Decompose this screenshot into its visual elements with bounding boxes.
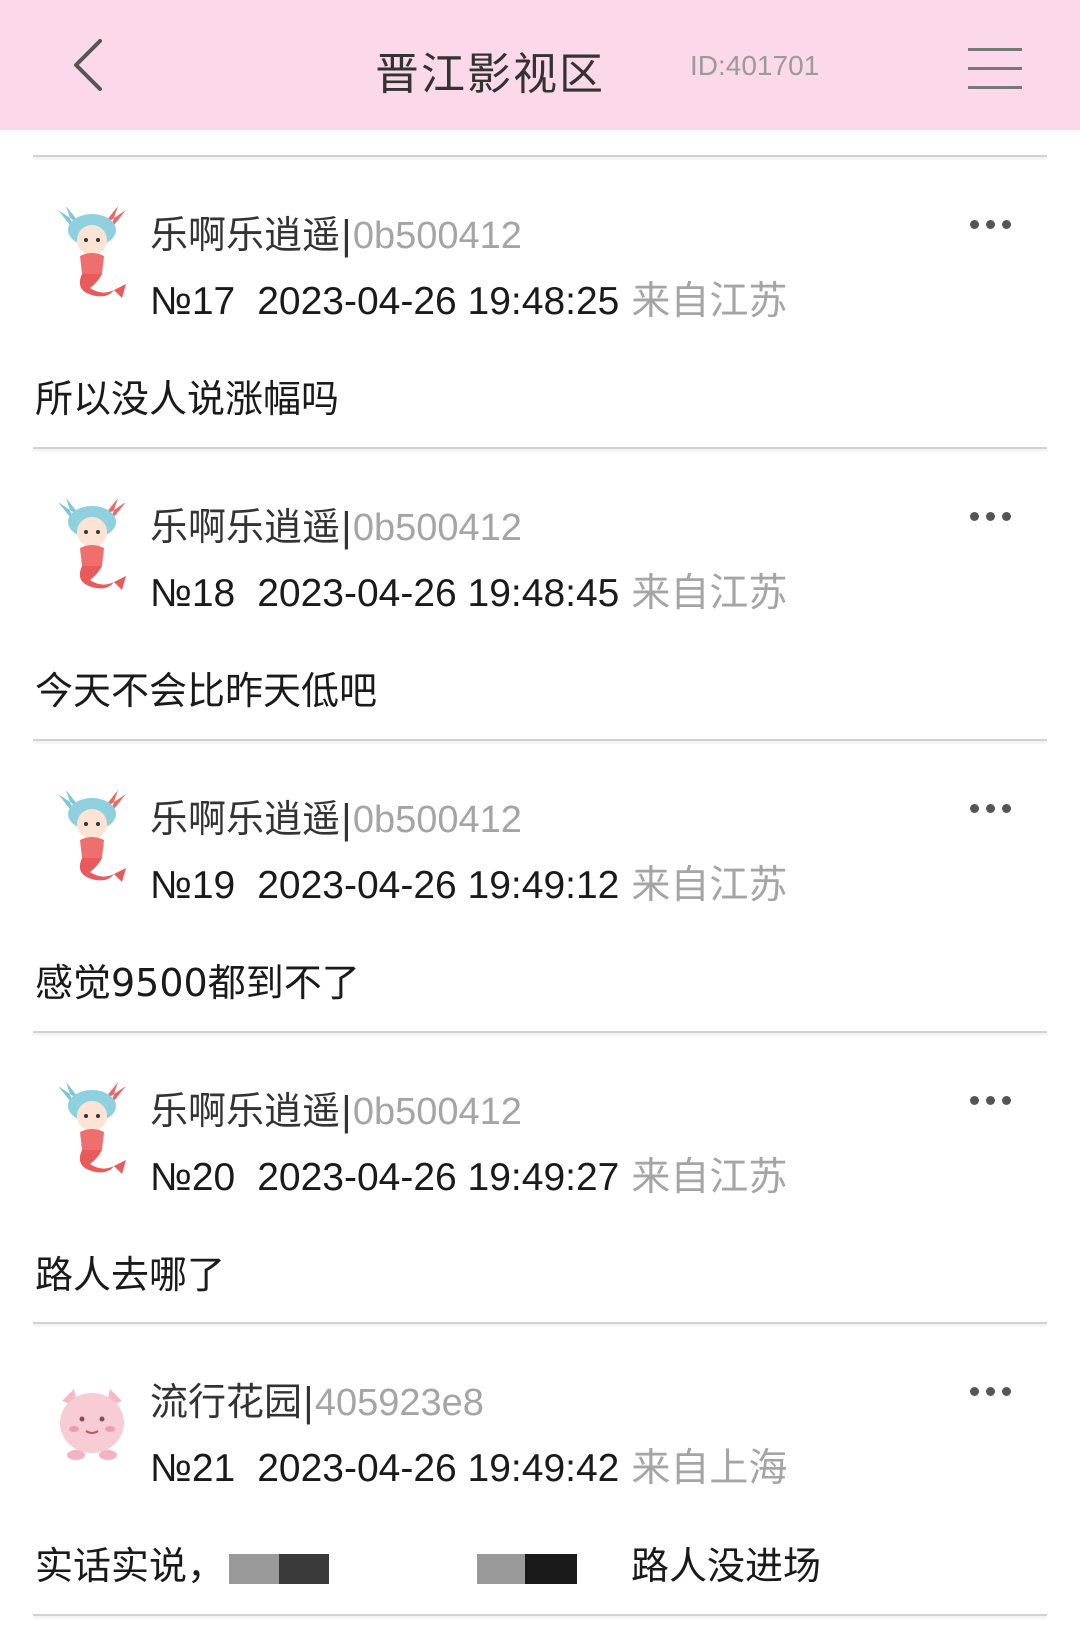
user-separator: |: [340, 213, 353, 257]
username: 流行花园: [150, 1380, 303, 1424]
user-id: 405923e8: [314, 1382, 484, 1424]
post-author[interactable]: 乐啊乐逍遥|0b500412: [150, 204, 522, 259]
post-meta: №19 2023-04-26 19:49:12 来自江苏: [150, 854, 787, 910]
divider: [33, 1614, 1047, 1616]
post-content: 实话实说， 路人没进场: [35, 1535, 821, 1590]
more-dots-icon: [970, 803, 979, 813]
post-time: 2023-04-26 19:48:45: [257, 572, 620, 615]
user-id: 0b500412: [352, 799, 522, 841]
post-author[interactable]: 乐啊乐逍遥|0b500412: [150, 496, 522, 551]
user-separator: |: [340, 797, 353, 841]
post-location: 来自上海: [631, 1446, 788, 1491]
post-item: 乐啊乐逍遥|0b500412 №19 2023-04-26 19:49:12 来自江…: [0, 742, 1080, 1032]
redacted-text: [229, 1553, 330, 1584]
post-author[interactable]: 乐啊乐逍遥|0b500412: [150, 788, 522, 843]
more-options-button[interactable]: [970, 798, 1018, 818]
post-content-start: 实话实说，: [35, 1544, 226, 1588]
floor-number: №20: [150, 1156, 236, 1199]
user-id: 0b500412: [352, 507, 522, 549]
user-id: 0b500412: [352, 215, 522, 257]
post-item: 流行花园|405923e8 №21 2023-04-26 19:49:42 来自上海…: [0, 1325, 1080, 1615]
post-meta: №21 2023-04-26 19:49:42 来自上海: [150, 1437, 787, 1493]
user-separator: |: [340, 505, 353, 549]
post-content: 感觉9500都到不了: [35, 961, 360, 1005]
more-dots-icon: [970, 1095, 979, 1105]
top-bar: 晋江影视区 ID:401701: [0, 0, 1080, 130]
post-time: 2023-04-26 19:48:25: [257, 280, 620, 323]
mermaid-avatar[interactable]: [44, 492, 140, 602]
post-location: 来自江苏: [631, 571, 788, 616]
username: 乐啊乐逍遥: [150, 505, 341, 549]
post-content-end: 路人没进场: [631, 1544, 822, 1588]
board-id: ID:401701: [690, 50, 820, 81]
divider: [33, 739, 1047, 741]
username: 乐啊乐逍遥: [150, 797, 341, 841]
more-options-button[interactable]: [970, 1381, 1018, 1401]
divider: [33, 1031, 1047, 1033]
more-dots-icon: [970, 511, 979, 521]
post-author[interactable]: 乐啊乐逍遥|0b500412: [150, 1080, 522, 1135]
post-item: 乐啊乐逍遥|0b500412 №20 2023-04-26 19:49:27 来自江…: [0, 1034, 1080, 1324]
mermaid-avatar[interactable]: [44, 784, 140, 894]
post-time: 2023-04-26 19:49:27: [257, 1156, 620, 1199]
divider: [33, 155, 1047, 157]
post-location: 来自江苏: [631, 1155, 788, 1200]
floor-number: №18: [150, 572, 236, 615]
post-item: 乐啊乐逍遥|0b500412 №17 2023-04-26 19:48:25 来自江…: [0, 158, 1080, 448]
more-options-button[interactable]: [970, 506, 1018, 526]
more-options-button[interactable]: [970, 1090, 1018, 1110]
post-content: 今天不会比昨天低吧: [35, 669, 378, 713]
menu-button[interactable]: [968, 42, 1028, 94]
more-dots-icon: [970, 1386, 979, 1396]
post-location: 来自江苏: [631, 279, 788, 324]
post-content: 所以没人说涨幅吗: [35, 377, 340, 421]
mermaid-avatar[interactable]: [44, 1076, 140, 1186]
post-author[interactable]: 流行花园|405923e8: [150, 1371, 484, 1426]
redacted-text: [477, 1553, 578, 1584]
user-separator: |: [302, 1380, 315, 1424]
post-content: 路人去哪了: [35, 1253, 226, 1297]
divider: [33, 1322, 1047, 1324]
post-meta: №18 2023-04-26 19:48:45 来自江苏: [150, 562, 787, 618]
floor-number: №21: [150, 1447, 236, 1490]
mermaid-avatar[interactable]: [44, 200, 140, 310]
user-id: 0b500412: [352, 1091, 522, 1133]
post-meta: №20 2023-04-26 19:49:27 来自江苏: [150, 1146, 787, 1202]
user-separator: |: [340, 1089, 353, 1133]
post-time: 2023-04-26 19:49:12: [257, 864, 620, 907]
divider: [33, 447, 1047, 449]
page-title: 晋江影视区: [375, 49, 605, 100]
pink-creature-avatar[interactable]: [44, 1371, 140, 1481]
more-options-button[interactable]: [970, 214, 1018, 234]
username: 乐啊乐逍遥: [150, 1089, 341, 1133]
hamburger-menu-icon: [968, 48, 1022, 51]
post-location: 来自江苏: [631, 863, 788, 908]
floor-number: №19: [150, 864, 236, 907]
post-time: 2023-04-26 19:49:42: [257, 1447, 620, 1490]
username: 乐啊乐逍遥: [150, 213, 341, 257]
post-meta: №17 2023-04-26 19:48:25 来自江苏: [150, 270, 787, 326]
more-dots-icon: [970, 219, 979, 229]
post-item: 乐啊乐逍遥|0b500412 №18 2023-04-26 19:48:45 来自江…: [0, 450, 1080, 740]
floor-number: №17: [150, 280, 236, 323]
